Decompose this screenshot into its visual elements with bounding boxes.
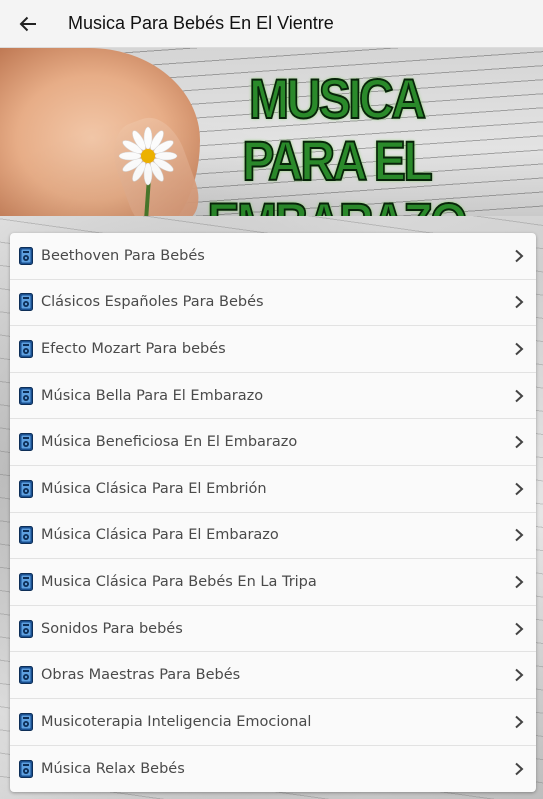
list-item[interactable]: Clásicos Españoles Para Bebés [10,280,536,327]
list-item[interactable]: Musicoterapia Inteligencia Emocional [10,699,536,746]
banner-title: MUSICA PARA EL EMBARAZO [190,67,482,217]
chevron-right-icon [515,575,524,589]
track-list: Beethoven Para Bebés Clásicos Españoles P… [10,233,536,793]
list-item-label: Música Beneficiosa En El Embarazo [41,434,298,451]
chevron-right-icon [515,715,524,728]
list-item-label: Música Relax Bebés [41,760,185,777]
list-item[interactable]: Música Bella Para El Embarazo [10,373,536,420]
list-item[interactable]: Sonidos Para bebés [10,606,536,653]
list-item-label: Beethoven Para Bebés [41,247,205,264]
list-item[interactable]: Musica Clásica Para Bebés En La Tripa [10,559,536,606]
list-item-label: Efecto Mozart Para bebés [41,340,226,357]
music-player-icon [19,526,33,545]
music-player-icon [19,386,33,405]
music-player-icon [19,246,33,265]
banner-title-line2: EMBARAZO [190,191,482,217]
arrow-left-icon [19,16,36,31]
chevron-right-icon [515,529,524,542]
music-player-icon [19,712,33,731]
page-title: Musica Para Bebés En El Vientre [68,13,334,33]
list-item-label: Música Bella Para El Embarazo [41,387,264,404]
music-player-icon [19,293,33,312]
list-item[interactable]: Música Clásica Para El Embrión [10,466,536,513]
chevron-right-icon [515,482,524,496]
list-item[interactable]: Música Beneficiosa En El Embarazo [10,419,536,466]
music-player-icon [19,572,33,591]
list-item-label: Musica Clásica Para Bebés En La Tripa [41,573,317,590]
music-player-icon [19,619,33,638]
chevron-right-icon [515,296,524,309]
daisy-icon [118,126,178,186]
chevron-right-icon [515,342,524,356]
list-item[interactable]: Beethoven Para Bebés [10,233,536,280]
list-item-label: Sonidos Para bebés [41,620,183,637]
chevron-right-icon [515,249,524,263]
list-item[interactable]: Obras Maestras Para Bebés [10,652,536,699]
back-button[interactable] [4,0,52,48]
list-item[interactable]: Música Relax Bebés [10,746,536,793]
content-area: MUSICA PARA EL EMBARAZO Beethoven Para B… [0,48,543,799]
chevron-right-icon [515,762,524,776]
chevron-right-icon [515,622,524,635]
music-player-icon [19,433,33,452]
list-item-label: Musicoterapia Inteligencia Emocional [41,713,312,730]
music-player-icon [19,479,33,498]
banner-title-line1: MUSICA PARA EL [241,67,433,193]
header-banner-image: MUSICA PARA EL EMBARAZO [0,48,543,216]
app-bar: Musica Para Bebés En El Vientre [0,0,543,48]
list-item[interactable]: Efecto Mozart Para bebés [10,326,536,373]
chevron-right-icon [515,435,524,449]
list-item-label: Música Clásica Para El Embarazo [41,527,279,544]
music-player-icon [19,759,33,778]
chevron-right-icon [515,389,524,402]
list-item-label: Obras Maestras Para Bebés [41,667,241,684]
list-item[interactable]: Música Clásica Para El Embarazo [10,513,536,560]
list-item-label: Música Clásica Para El Embrión [41,480,267,497]
chevron-right-icon [515,668,524,682]
music-player-icon [19,339,33,358]
music-player-icon [19,666,33,685]
list-item-label: Clásicos Españoles Para Bebés [41,294,264,311]
